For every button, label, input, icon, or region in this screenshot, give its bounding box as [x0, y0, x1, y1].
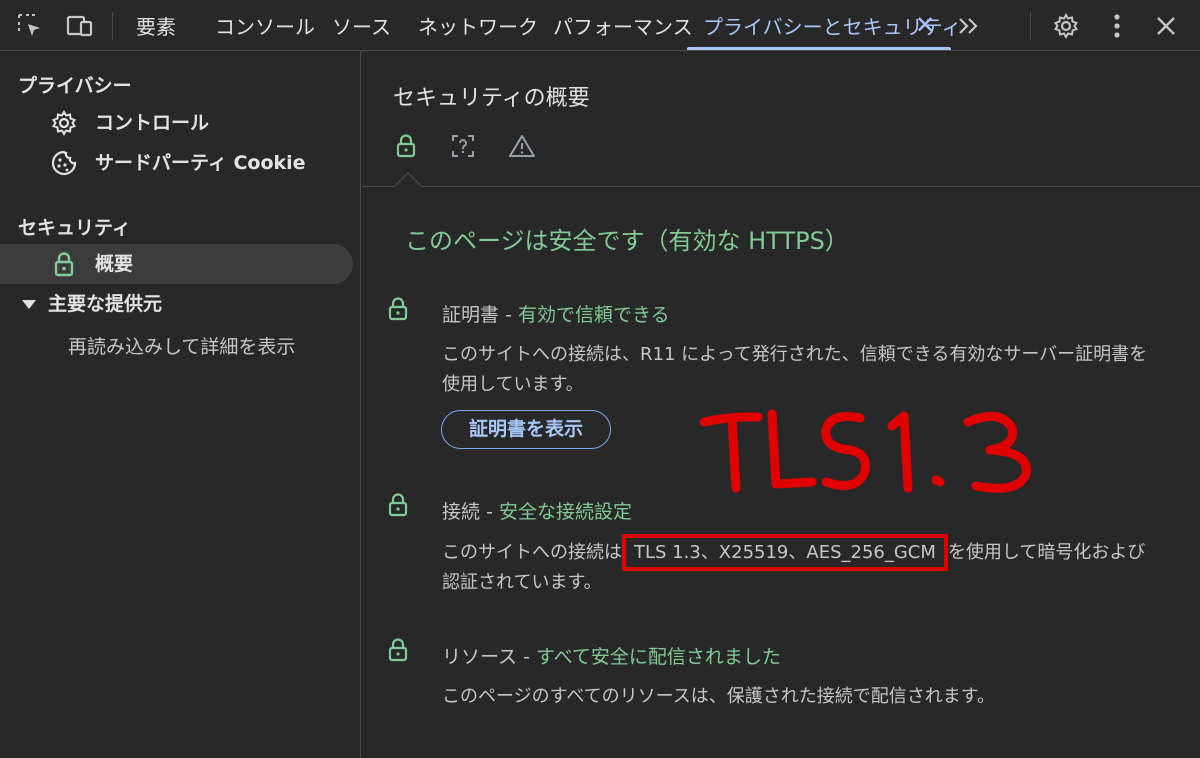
sidebar-item-label: コントロール: [95, 112, 210, 134]
unknown-security-icon[interactable]: [448, 131, 478, 161]
tab-elements[interactable]: 要素: [136, 0, 176, 51]
lock-icon: [388, 297, 408, 321]
kebab-menu-icon[interactable]: [1097, 0, 1137, 51]
close-tab-icon[interactable]: ✕: [915, 13, 935, 37]
selected-pointer-notch: [394, 172, 422, 187]
warning-icon[interactable]: [507, 131, 537, 161]
handwritten-annotation: [700, 409, 1031, 493]
section-name: リソース: [442, 646, 518, 668]
section-separator: -: [505, 304, 512, 326]
lock-icon: [50, 250, 78, 278]
more-tabs-icon[interactable]: [948, 0, 988, 51]
cookie-icon: [50, 149, 78, 177]
settings-gear-icon[interactable]: [1046, 0, 1086, 51]
main-origin-group[interactable]: 主要な提供元: [0, 284, 353, 324]
sidebar-item-third-party-cookies[interactable]: サードパーティ Cookie: [0, 143, 353, 183]
security-summary: このページは安全です（有効な HTTPS）: [405, 227, 849, 255]
inspect-element-icon[interactable]: [10, 0, 50, 51]
tab-network[interactable]: ネットワーク: [418, 0, 538, 51]
group-label: 主要な提供元: [48, 293, 163, 315]
tab-performance[interactable]: パフォーマンス: [553, 0, 693, 51]
sidebar-item-label: サードパーティ Cookie: [95, 152, 306, 174]
toolbar-divider: [112, 12, 113, 40]
security-sidebar: プライバシー コントロール サードパーティ Cookie セキュリティ 概要 主…: [0, 51, 361, 758]
sidebar-item-label: 概要: [95, 253, 134, 275]
certificate-heading: 証明書 - 有効で信頼できる: [442, 300, 670, 327]
gear-icon: [50, 109, 78, 137]
resources-description: このページのすべてのリソースは、保護された接続で配信されます。: [442, 686, 995, 707]
devtools-toolbar: 要素 コンソール ソース ネットワーク パフォーマンス プライバシーとセキュリテ…: [0, 0, 1200, 51]
resources-heading: リソース - すべて安全に配信されました: [442, 642, 781, 669]
connection-description-line2: 認証されています。: [442, 572, 602, 593]
certificate-description-line1: このサイトへの接続は、R11 によって発行された、信頼できる有効なサーバー証明書…: [442, 344, 1148, 365]
section-name: 証明書: [442, 304, 500, 326]
security-heading: セキュリティ: [18, 217, 131, 239]
page-title: セキュリティの概要: [393, 86, 590, 111]
privacy-heading: プライバシー: [18, 75, 132, 97]
lock-icon[interactable]: [391, 131, 421, 161]
section-status: 安全な接続設定: [498, 501, 632, 523]
sidebar-item-overview[interactable]: 概要: [0, 244, 353, 284]
red-highlight-box: [622, 534, 948, 571]
sidebar-item-controls[interactable]: コントロール: [0, 103, 353, 143]
section-status: すべて安全に配信されました: [536, 646, 781, 668]
expand-triangle-icon: [22, 300, 36, 309]
tls-details-highlight: TLS 1.3、X25519、AES_256_GCM: [622, 534, 948, 571]
section-status: 有効で信頼できる: [517, 304, 670, 326]
description-suffix: を使用して暗号化および: [947, 542, 1146, 563]
close-devtools-icon[interactable]: [1146, 0, 1186, 51]
subheader-divider: [362, 186, 1200, 187]
section-separator: -: [523, 646, 530, 668]
description-prefix: このサイトへの接続は: [442, 542, 622, 563]
lock-icon: [388, 493, 408, 517]
device-toolbar-icon[interactable]: [60, 0, 100, 51]
section-name: 接続: [442, 501, 481, 523]
toolbar-divider: [1030, 12, 1031, 40]
tab-console[interactable]: コンソール: [215, 0, 315, 51]
tab-sources[interactable]: ソース: [332, 0, 391, 51]
active-tab-indicator: [687, 47, 951, 50]
certificate-description-line2: 使用しています。: [442, 374, 584, 395]
connection-heading: 接続 - 安全な接続設定: [442, 497, 632, 524]
reload-note: 再読み込みして詳細を表示: [68, 336, 296, 358]
view-certificate-button[interactable]: 証明書を表示: [441, 410, 611, 449]
connection-description-line1: このサイトへの接続は TLS 1.3、X25519、AES_256_GCM を使用し…: [442, 534, 1146, 571]
section-separator: -: [486, 501, 493, 523]
lock-icon: [388, 638, 408, 662]
